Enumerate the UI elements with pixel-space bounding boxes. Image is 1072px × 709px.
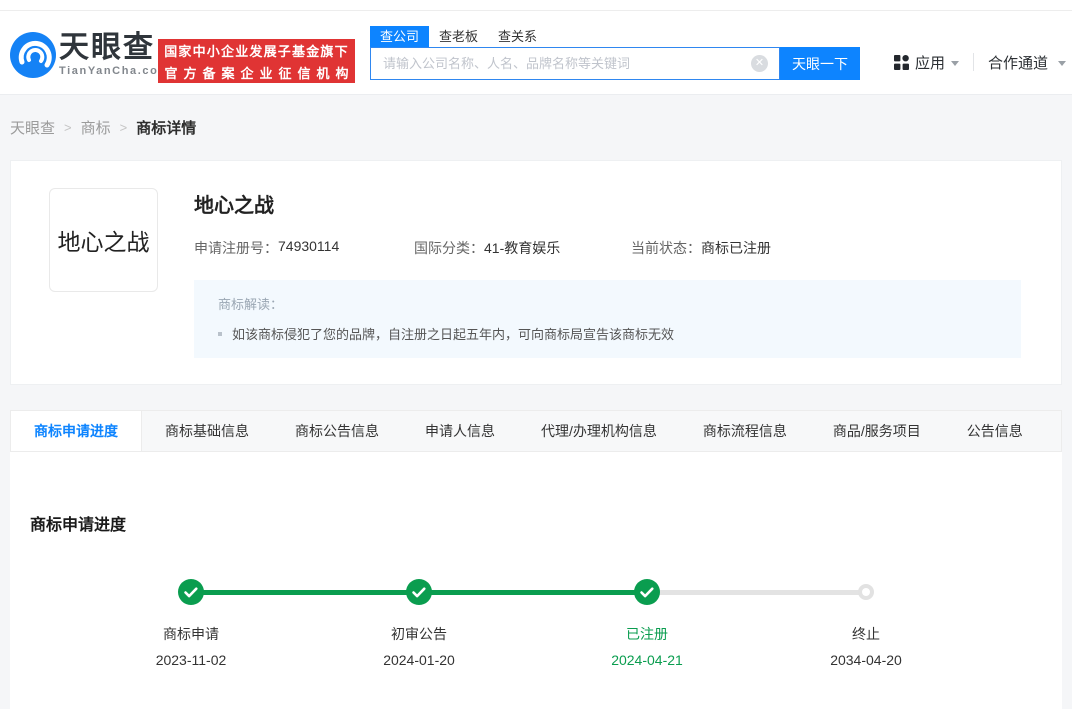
tab-process-info[interactable]: 商标流程信息 <box>680 411 810 451</box>
interpretation-title: 商标解读： <box>218 294 997 313</box>
check-circle-icon <box>178 579 204 610</box>
timeline-step-current: 已注册 2024-04-21 <box>557 625 737 669</box>
partner-label: 合作通道 <box>988 52 1048 73</box>
trademark-image: 地心之战 <box>49 188 158 292</box>
apps-label: 应用 <box>915 52 945 73</box>
field-current-status: 当前状态： 商标已注册 <box>631 238 771 258</box>
logo[interactable]: 天眼查 TianYanCha.com <box>10 32 170 78</box>
trademark-summary-card: 地心之战 地心之战 申请注册号： 74930114 国际分类： 41-教育娱乐 … <box>10 160 1062 385</box>
breadcrumb-home[interactable]: 天眼查 <box>10 117 55 138</box>
breadcrumb-trademark[interactable]: 商标 <box>81 117 111 138</box>
partner-channel-menu[interactable]: 合作通道 <box>988 52 1066 73</box>
chevron-down-icon <box>951 61 959 66</box>
timeline-step: 初审公告 2024-01-20 <box>329 625 509 669</box>
badge-line2: 官方备案企业征信机构 <box>164 63 354 82</box>
badge-line1: 国家中小企业发展子基金旗下 <box>164 41 349 60</box>
trademark-interpretation-box: 商标解读： 如该商标侵犯了您的品牌，自注册之日起五年内，可向商标局宣告该商标无效 <box>194 280 1021 358</box>
tab-announcement-info[interactable]: 商标公告信息 <box>272 411 402 451</box>
tab-applicant-info[interactable]: 申请人信息 <box>402 411 518 451</box>
tab-application-progress[interactable]: 商标申请进度 <box>11 411 142 451</box>
apps-menu[interactable]: 应用 <box>894 52 959 73</box>
bullet-icon <box>218 332 222 336</box>
chevron-down-icon <box>1058 61 1066 66</box>
search-tab-company[interactable]: 查公司 <box>370 26 429 47</box>
detail-tabbar: 商标申请进度 商标基础信息 商标公告信息 申请人信息 代理/办理机构信息 商标流… <box>10 410 1062 452</box>
pending-circle-icon <box>858 584 874 600</box>
official-credential-badge: 国家中小企业发展子基金旗下 官方备案企业征信机构 <box>158 39 355 83</box>
timeline-step: 终止 2034-04-20 <box>776 625 956 669</box>
logo-eye-icon <box>10 32 56 78</box>
tab-goods-services[interactable]: 商品/服务项目 <box>810 411 944 451</box>
search-tab-relation[interactable]: 查关系 <box>488 26 547 47</box>
check-circle-icon <box>634 579 660 610</box>
interpretation-item: 如该商标侵犯了您的品牌，自注册之日起五年内，可向商标局宣告该商标无效 <box>218 324 997 343</box>
field-registration-number: 申请注册号： 74930114 <box>194 238 414 258</box>
divider <box>973 53 974 71</box>
breadcrumb-current: 商标详情 <box>136 117 196 138</box>
field-international-class: 国际分类： 41-教育娱乐 <box>414 238 631 258</box>
header-right-nav: 应用 合作通道 <box>894 51 1066 73</box>
trademark-fields: 申请注册号： 74930114 国际分类： 41-教育娱乐 当前状态： 商标已注… <box>194 238 1033 258</box>
progress-panel: 商标申请进度 商标申请 2023-11-02 初审公告 2024-01-20 已… <box>10 452 1062 709</box>
logo-text: 天眼查 <box>59 33 170 63</box>
search-tab-boss[interactable]: 查老板 <box>429 26 488 47</box>
clear-input-icon[interactable]: ✕ <box>751 55 768 72</box>
tab-gazette-info[interactable]: 公告信息 <box>944 411 1046 451</box>
section-title: 商标申请进度 <box>10 452 1062 535</box>
search-tabs: 查公司 查老板 查关系 <box>370 26 860 47</box>
search-button[interactable]: 天眼一下 <box>780 47 860 80</box>
header: 天眼查 TianYanCha.com 国家中小企业发展子基金旗下 官方备案企业征… <box>0 0 1072 95</box>
timeline-line-pending <box>647 590 866 595</box>
tab-agency-info[interactable]: 代理/办理机构信息 <box>518 411 680 451</box>
logo-domain: TianYanCha.com <box>59 66 170 77</box>
top-divider <box>0 10 1072 11</box>
breadcrumb-separator: > <box>64 120 72 135</box>
trademark-title: 地心之战 <box>194 189 1033 218</box>
search-input[interactable] <box>370 47 780 80</box>
tab-basic-info[interactable]: 商标基础信息 <box>142 411 272 451</box>
breadcrumb: 天眼查 > 商标 > 商标详情 <box>10 117 196 138</box>
timeline-step: 商标申请 2023-11-02 <box>101 625 281 669</box>
breadcrumb-separator: > <box>120 120 128 135</box>
apps-grid-icon <box>894 55 909 70</box>
progress-timeline: 商标申请 2023-11-02 初审公告 2024-01-20 已注册 2024… <box>10 565 1062 680</box>
check-circle-icon <box>406 579 432 610</box>
search-area: 查公司 查老板 查关系 ✕ 天眼一下 <box>370 26 860 80</box>
